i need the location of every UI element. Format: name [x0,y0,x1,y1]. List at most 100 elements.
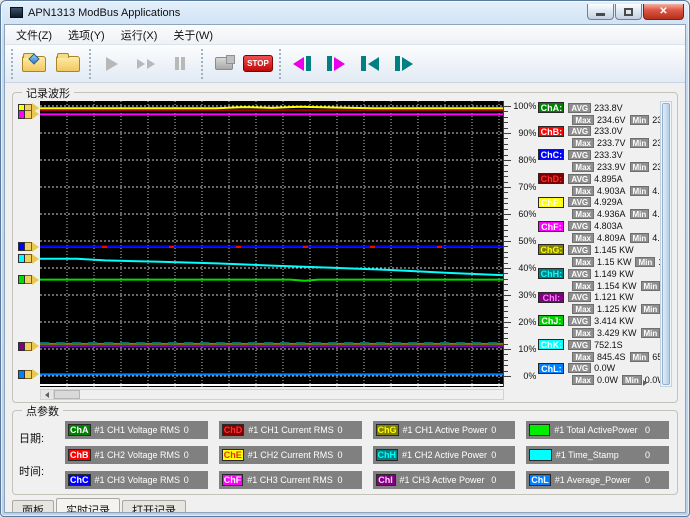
tab-面板[interactable]: 面板 [12,500,54,513]
param-cell: ChI#1 CH3 Active Power0 [373,471,516,489]
toolbar-grip [89,49,91,79]
app-icon [10,7,23,18]
avg-chip: AVG [568,363,591,373]
channel-position-marker[interactable] [18,241,39,252]
channel-badge: ChG [376,424,399,436]
stop-button[interactable]: STOP [241,49,275,79]
channel-position-marker[interactable] [18,274,39,285]
channel-position-marker[interactable] [18,341,39,352]
max-chip: Max [572,186,594,196]
param-cell: ChL#1 Average_Power0 [526,471,669,489]
go-start-button[interactable] [353,49,387,79]
minimize-button[interactable] [587,4,614,20]
param-label: #1 CH2 Active Power [402,450,487,460]
date-label: 日期: [19,430,65,446]
channel-position-marker[interactable] [18,253,39,264]
ruler-tick [504,257,508,258]
menu-bar: 文件(Z)选项(Y)运行(X)关于(W) [5,25,685,45]
max-chip: Max [572,375,594,385]
menu-item[interactable]: 文件(Z) [8,25,60,45]
tab-strip: 面板实时记录打开记录 [12,500,685,513]
marker-arrow-icon [25,370,32,379]
ruler-tick [504,322,511,323]
min-value: 4.919A [652,209,660,219]
marker-arrow-icon [25,275,32,284]
avg-value: 233.8V [594,103,623,113]
chart-hscrollbar[interactable] [40,389,504,400]
legend-entry: ChI:AVG1.121 KWMax1.125 KWMin1.115 KW [538,292,660,315]
param-value: 0 [491,475,496,485]
percent-labels: 100%90%80%70%60%50%40%30%20%10%0% [512,101,538,387]
pause-button[interactable] [163,49,197,79]
legend-vscrollbar[interactable] [660,101,672,387]
channel-badge: ChI: [538,292,564,303]
go-end-button[interactable] [387,49,421,79]
folder-gem-icon [22,56,46,72]
ruler-tick [504,306,508,307]
legend-entry: ChC:AVG233.3VMax233.9VMin232.5V [538,149,660,172]
avg-chip: AVG [568,316,591,326]
ruler-tick [504,155,508,156]
channel-badge: ChC [68,474,91,486]
max-value: 1.154 KW [597,281,637,291]
ruler-tick [504,263,508,264]
channel-badge: ChE [222,449,244,461]
tab-实时记录[interactable]: 实时记录 [56,498,120,513]
menu-item[interactable]: 选项(Y) [60,25,113,45]
channel-badge: ChG: [538,244,564,255]
legend-entry: ChL:AVG0.0WMax0.0WMin0.0W [538,363,660,386]
record-button[interactable] [207,49,241,79]
client-area: 文件(Z)选项(Y)运行(X)关于(W) STOP 记录波形 [4,24,686,513]
ruler-tick [504,160,511,161]
title-bar[interactable]: APN1313 ModBus Applications ✕ [4,4,686,24]
fast-forward-button[interactable] [129,49,163,79]
percent-ruler [503,101,513,387]
close-button[interactable]: ✕ [643,4,684,20]
param-cell: ChK#1 Time_Stamp0 [526,446,669,464]
step-back-button[interactable] [285,49,319,79]
maximize-button[interactable] [615,4,642,20]
param-cell: ChJ#1 Total ActivePower0 [526,421,669,439]
param-value: 0 [337,425,342,435]
legend-scroll-right-icon[interactable] [643,380,647,386]
legend-vscroll-thumb[interactable] [662,103,670,385]
avg-value: 4.803A [594,221,623,231]
legend-entry: ChG:AVG1.145 KWMax1.15 KWMin1.138 KW [538,244,660,267]
ruler-tick [504,279,508,280]
ruler-tick [504,198,508,199]
play-icon [106,57,118,71]
legend-entry: ChA:AVG233.8VMax234.6VMin233.0V [538,102,660,125]
ruler-tick [504,236,508,237]
open-file-button[interactable] [17,49,51,79]
marker-color-square [18,242,25,251]
ruler-tick [504,317,508,318]
hscroll-thumb[interactable] [54,390,80,399]
channel-badge: ChH [376,449,399,461]
menu-item[interactable]: 运行(X) [113,25,166,45]
step-back-icon [293,57,304,71]
min-chip: Min [630,186,650,196]
menu-item[interactable]: 关于(W) [165,25,221,45]
channel-position-marker[interactable] [18,109,39,120]
ruler-tick [504,203,508,204]
avg-value: 3.414 KW [594,316,634,326]
hscroll-left-button[interactable] [41,390,54,399]
ruler-tick [504,268,511,269]
avg-value: 1.149 KW [594,269,634,279]
open-folder-button[interactable] [51,49,85,79]
point-params-group: 点参数 日期: 时间: ChA#1 CH1 Voltage RMS0ChB#1 … [12,410,678,495]
channel-badge: ChH: [538,268,564,279]
play-button[interactable] [95,49,129,79]
param-value: 0 [491,450,496,460]
point-params-label: 点参数 [22,403,63,419]
waveform-plot[interactable] [40,101,503,387]
ruler-tick [504,214,511,215]
ruler-tick [504,122,508,123]
open-folder-icon [56,56,80,72]
step-forward-button[interactable] [319,49,353,79]
tab-打开记录[interactable]: 打开记录 [122,500,186,513]
min-value: 658.7S [652,352,660,362]
max-chip: Max [572,209,594,219]
channel-position-marker[interactable] [18,369,39,380]
param-label: #1 CH3 Current RMS [247,475,333,485]
